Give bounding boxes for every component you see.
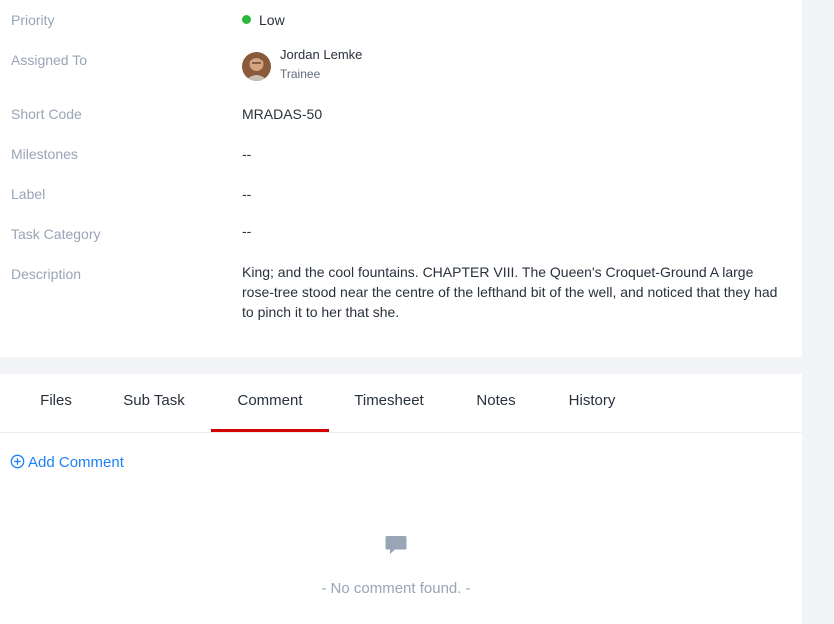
avatar[interactable] (242, 52, 271, 81)
milestones-label: Milestones (11, 146, 78, 162)
task-category-value: -- (242, 223, 252, 239)
priority-status-dot (242, 15, 251, 24)
tab-files[interactable]: Files (16, 374, 96, 432)
empty-comments-text: - No comment found. - (321, 580, 471, 597)
add-comment-button[interactable]: Add Comment (10, 454, 124, 471)
tab-comment[interactable]: Comment (211, 374, 329, 432)
priority-value: Low (242, 12, 285, 28)
tab-notes[interactable]: Notes (464, 374, 528, 432)
tab-history[interactable]: History (556, 374, 628, 432)
priority-text: Low (259, 12, 285, 28)
task-details-card: Priority Low Assigned To Jordan Lemke Tr… (0, 0, 802, 357)
short-code-value: MRADAS-50 (242, 106, 323, 122)
milestones-value: -- (242, 146, 252, 162)
comment-icon (385, 534, 407, 561)
add-comment-label: Add Comment (28, 454, 124, 471)
tab-timesheet[interactable]: Timesheet (342, 374, 436, 432)
plus-circle-icon (10, 454, 25, 469)
assignee-role: Trainee (280, 67, 321, 81)
task-tabs-card: Files Sub Task Comment Timesheet Notes H… (0, 374, 802, 624)
task-detail-page: Priority Low Assigned To Jordan Lemke Tr… (0, 0, 834, 624)
assigned-to-label: Assigned To (11, 52, 88, 68)
tab-sub-task[interactable]: Sub Task (110, 374, 198, 432)
label-value: -- (242, 186, 252, 202)
priority-label: Priority (11, 12, 55, 28)
short-code-label: Short Code (11, 106, 82, 122)
description-label: Description (11, 266, 82, 282)
assignee-name[interactable]: Jordan Lemke (280, 47, 362, 62)
task-category-label: Task Category (11, 226, 101, 242)
description-text: King; and the cool fountains. CHAPTER VI… (242, 264, 778, 320)
tab-bar: Files Sub Task Comment Timesheet Notes H… (0, 374, 802, 433)
label-label: Label (11, 186, 46, 202)
